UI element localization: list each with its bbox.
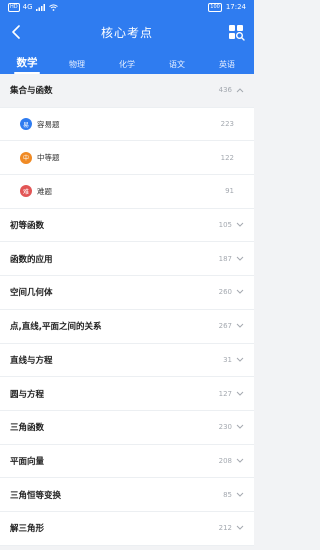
topic-label: 直线与方程 — [10, 355, 53, 366]
topic-row[interactable]: 函数的应用 187 — [0, 242, 254, 277]
tab-physics[interactable]: 物理 — [52, 59, 102, 70]
topic-label: 三角函数 — [10, 423, 45, 434]
carrier-badge: HD — [8, 2, 20, 12]
grid-search-icon[interactable] — [228, 24, 245, 41]
topic-label: 点,直线,平面之间的关系 — [10, 322, 102, 333]
subitem-label: 容易题 — [37, 119, 60, 129]
subitem-count: 223 — [220, 120, 234, 129]
wifi-icon — [48, 3, 58, 11]
chevron-up-icon — [235, 86, 244, 95]
topic-row[interactable]: 圆与方程 127 — [0, 377, 254, 411]
clock: 17:24 — [225, 3, 246, 11]
topic-row[interactable]: 平面向量 208 — [0, 445, 254, 479]
app-header: HD 4G 100 17:24 核心考点 数学 物理 化学 语文 英语 — [0, 0, 254, 74]
medium-badge-icon: 中 — [20, 151, 32, 164]
topic-row-expanded[interactable]: 集合与函数 436 — [0, 74, 254, 108]
topic-count: 105 — [218, 221, 232, 230]
nav-bar: 核心考点 — [0, 14, 254, 50]
subitem-label: 难题 — [37, 186, 52, 196]
topic-label: 三角恒等变换 — [10, 490, 62, 501]
topic-list: 集合与函数 436 易 容易题 223 中 中等题 122 难 难题 91 初等… — [0, 74, 254, 546]
subject-tabs: 数学 物理 化学 语文 英语 — [0, 50, 254, 74]
topic-count: 260 — [218, 288, 232, 297]
status-bar: HD 4G 100 17:24 — [0, 0, 254, 14]
tab-english[interactable]: 英语 — [202, 59, 252, 70]
chevron-down-icon — [235, 490, 244, 499]
topic-row[interactable]: 直线与方程 31 — [0, 344, 254, 378]
topic-count: 187 — [218, 254, 232, 263]
subitem-medium[interactable]: 中 中等题 122 — [0, 141, 254, 176]
hard-badge-icon: 难 — [20, 185, 32, 198]
status-right: 100 17:24 — [208, 0, 246, 14]
topic-row[interactable]: 解三角形 212 — [0, 512, 254, 546]
topic-label: 函数的应用 — [10, 254, 53, 265]
topic-label: 平面向量 — [10, 456, 45, 467]
chevron-down-icon — [235, 389, 244, 398]
topic-count: 127 — [218, 389, 232, 398]
topic-row[interactable]: 三角函数 230 — [0, 411, 254, 445]
topic-label: 空间几何体 — [10, 288, 53, 299]
chevron-down-icon — [235, 524, 244, 533]
chevron-down-icon — [235, 456, 244, 465]
topic-row[interactable]: 初等函数 105 — [0, 209, 254, 243]
topic-row[interactable]: 三角恒等变换 85 — [0, 478, 254, 512]
subitem-hard[interactable]: 难 难题 91 — [0, 175, 254, 209]
easy-badge-icon: 易 — [20, 118, 32, 131]
topic-count: 208 — [218, 456, 232, 465]
chevron-down-icon — [235, 423, 244, 432]
topic-count: 85 — [223, 490, 232, 499]
network-label: 4G — [22, 3, 33, 11]
topic-count: 436 — [218, 86, 232, 95]
chevron-down-icon — [235, 322, 244, 331]
tab-math[interactable]: 数学 — [2, 55, 52, 74]
subitem-count: 122 — [220, 153, 234, 162]
topic-label: 初等函数 — [10, 221, 45, 232]
chevron-down-icon — [235, 221, 244, 230]
topic-count: 267 — [218, 322, 232, 331]
chevron-down-icon — [235, 355, 244, 364]
topic-count: 212 — [218, 524, 232, 533]
topic-label: 集合与函数 — [10, 86, 53, 97]
topic-row[interactable]: 点,直线,平面之间的关系 267 — [0, 310, 254, 344]
chevron-down-icon — [235, 254, 244, 263]
subitem-label: 中等题 — [37, 153, 60, 163]
topic-row[interactable]: 空间几何体 260 — [0, 276, 254, 310]
tab-chemistry[interactable]: 化学 — [102, 59, 152, 70]
subitem-easy[interactable]: 易 容易题 223 — [0, 107, 254, 142]
page-title: 核心考点 — [100, 25, 153, 40]
battery-icon: 100 — [208, 2, 222, 12]
subitem-count: 91 — [225, 187, 234, 196]
chevron-down-icon — [235, 288, 244, 297]
signal-icon — [35, 3, 45, 11]
topic-label: 圆与方程 — [10, 389, 45, 400]
topic-count: 230 — [218, 423, 232, 432]
topic-count: 31 — [223, 355, 232, 364]
status-left: HD 4G — [8, 0, 58, 14]
chevron-left-icon[interactable] — [8, 24, 24, 40]
tab-chinese[interactable]: 语文 — [152, 59, 202, 70]
topic-label: 解三角形 — [10, 524, 45, 535]
